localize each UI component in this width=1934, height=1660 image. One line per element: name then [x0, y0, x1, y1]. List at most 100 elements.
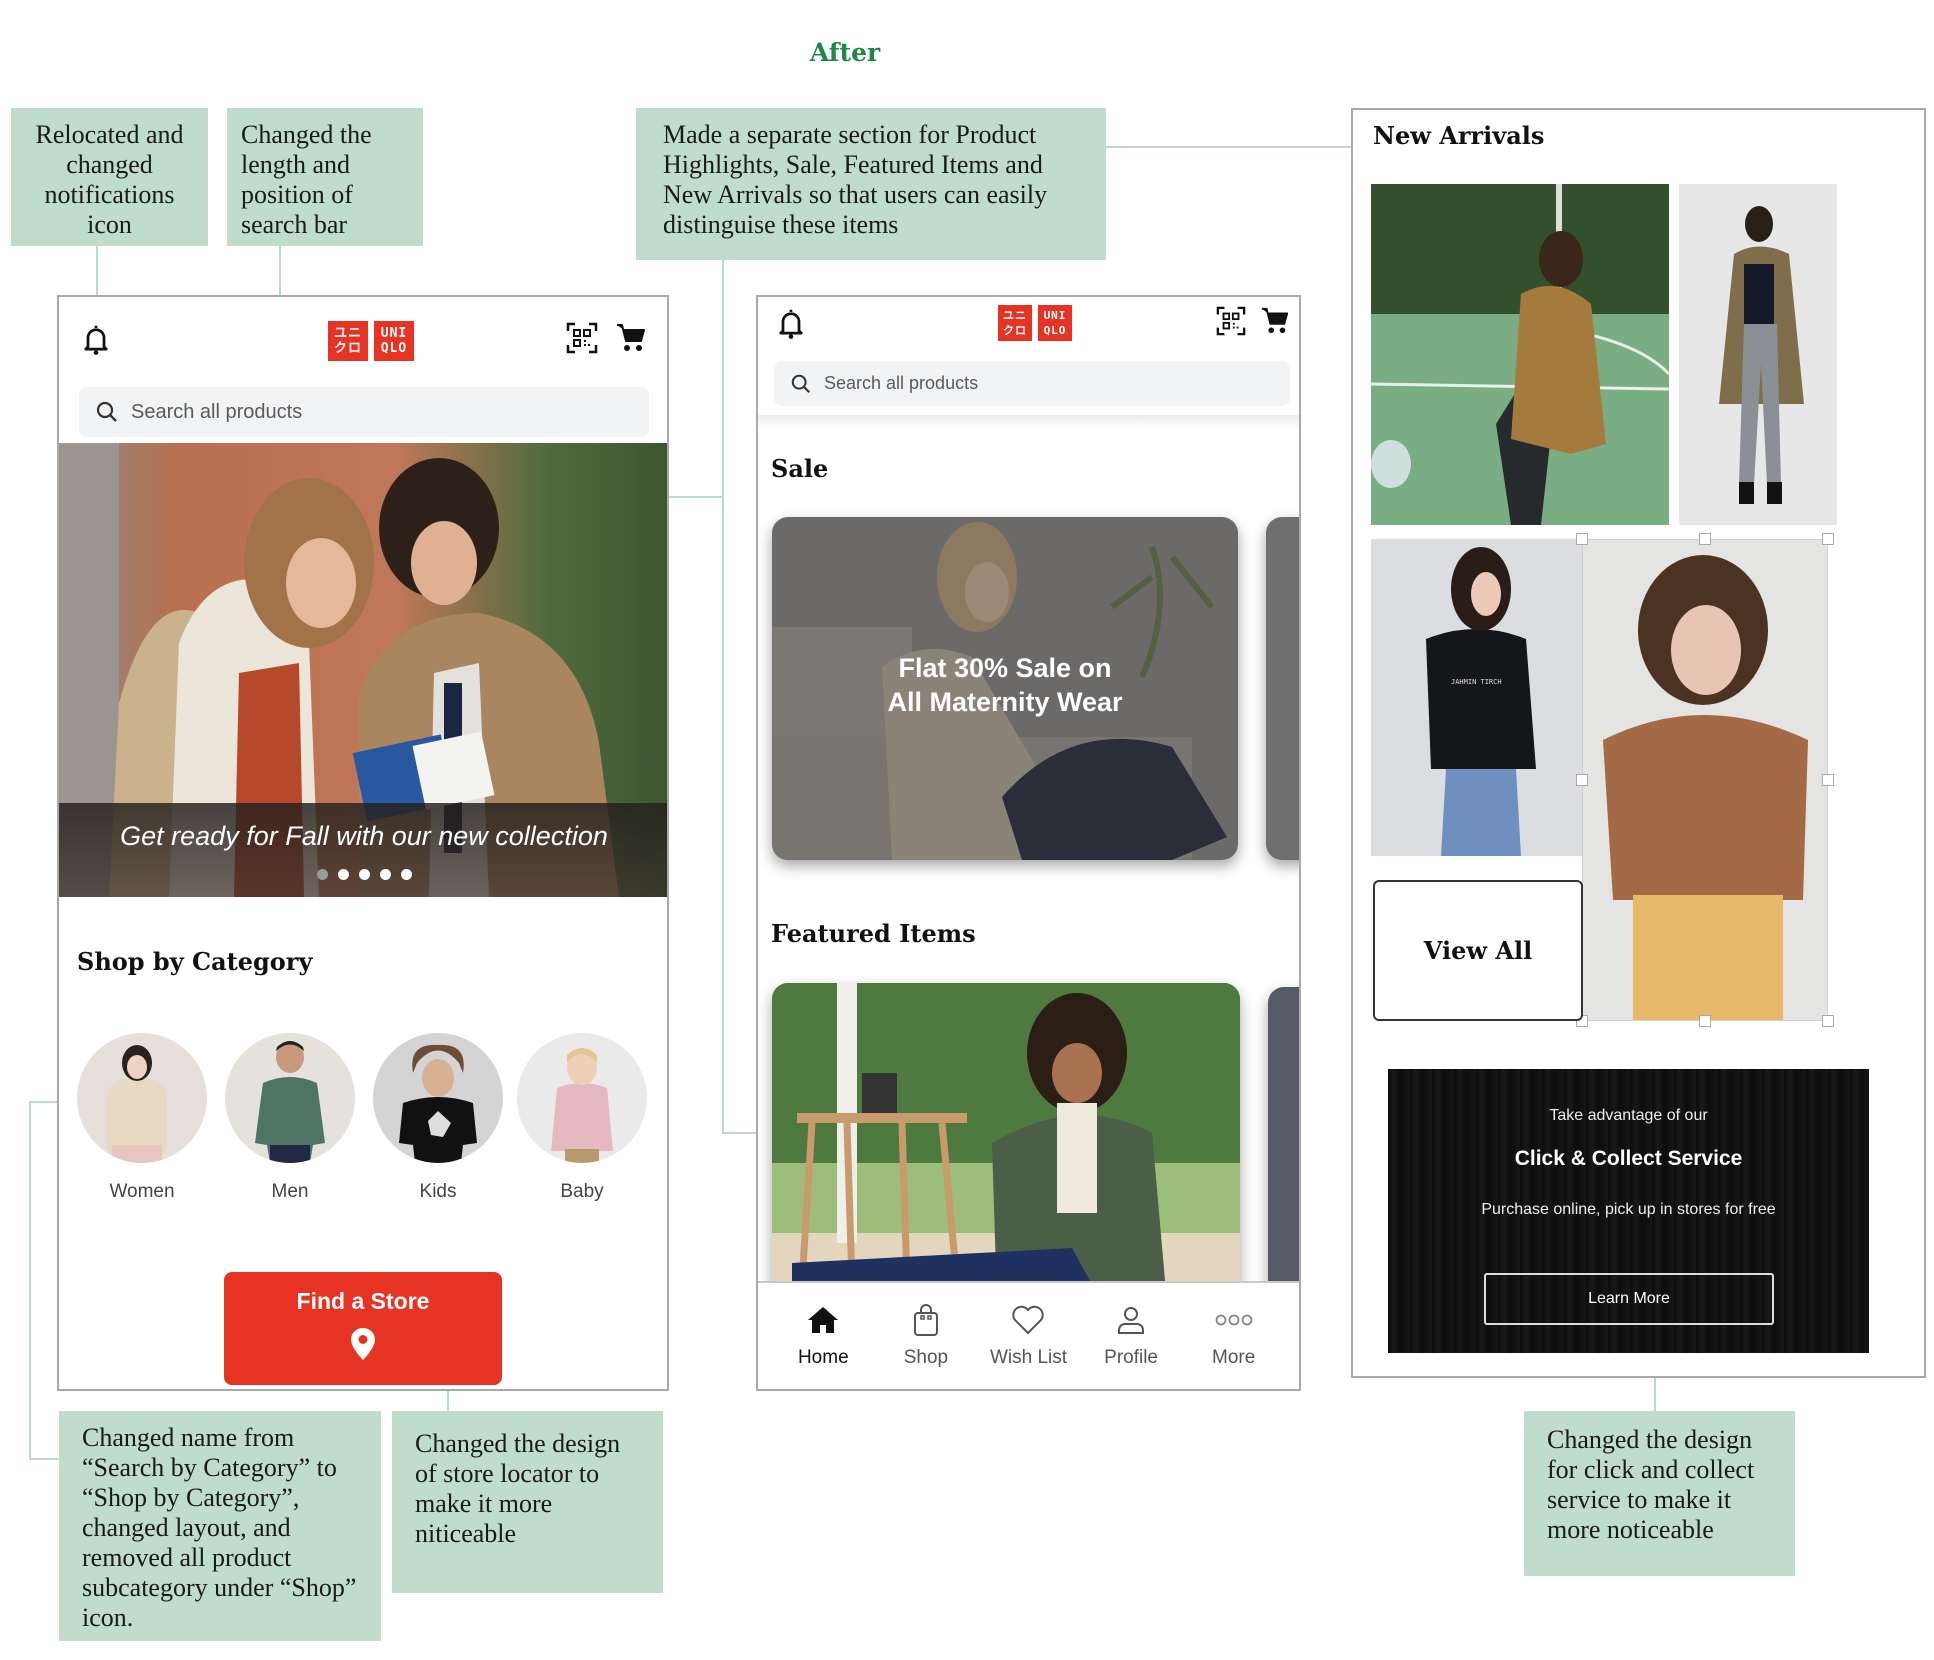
cart-icon[interactable]: [615, 321, 647, 353]
product-image: [1603, 555, 1808, 1020]
carousel-dot[interactable]: [316, 869, 328, 880]
connector-line: [722, 260, 724, 1133]
resize-handle[interactable]: [1699, 1015, 1711, 1027]
click-collect-intro: Take advantage of our: [1549, 1107, 1708, 1124]
map-pin-icon: [351, 1328, 375, 1360]
resize-handle[interactable]: [1822, 1015, 1834, 1027]
resize-handle[interactable]: [1699, 533, 1711, 545]
resize-handle[interactable]: [1576, 533, 1588, 545]
qr-code-icon[interactable]: [1216, 306, 1246, 336]
logo-katakana: ユニ クロ: [998, 305, 1032, 341]
category-image: [517, 1033, 647, 1163]
click-collect-description: Purchase online, pick up in stores for f…: [1481, 1201, 1776, 1218]
hero-banner[interactable]: Get ready for Fall with our new collecti…: [59, 443, 667, 897]
tab-wish-list[interactable]: Wish List: [983, 1283, 1073, 1389]
click-collect-title: Click & Collect Service: [1514, 1147, 1743, 1170]
search-placeholder: Search all products: [824, 373, 979, 393]
category-image: [77, 1033, 207, 1163]
carousel-indicator[interactable]: [59, 869, 667, 880]
category-label: Women: [109, 1181, 175, 1202]
search-placeholder: Search all products: [131, 400, 303, 423]
annotation-category: Changed name from “Search by Category” t…: [59, 1411, 381, 1641]
annotation-click-collect: Changed the design for click and collect…: [1524, 1411, 1795, 1576]
svg-text:JAHMIN TIRCH: JAHMIN TIRCH: [1451, 678, 1502, 686]
annotation-notifications: Relocated and changed notifications icon: [11, 108, 208, 246]
carousel-dot[interactable]: [379, 869, 391, 880]
tab-label: Home: [797, 1347, 849, 1368]
connector-line: [1106, 146, 1364, 148]
logo-katakana: ユニ クロ: [328, 321, 368, 361]
featured-items-heading: Featured Items: [771, 919, 976, 948]
phone-home-screen-1: ユニ クロ UNI QLO Search all products Get re…: [57, 295, 669, 1391]
find-a-store-button[interactable]: Find a Store: [224, 1272, 502, 1385]
cart-icon[interactable]: [1260, 305, 1290, 335]
category-image: [225, 1033, 355, 1163]
search-icon: [96, 401, 117, 422]
annotation-sections: Made a separate section for Product High…: [636, 108, 1106, 260]
resize-handle[interactable]: [1576, 774, 1588, 786]
bottom-tab-bar: Home Shop Wish List Profile More: [758, 1281, 1299, 1389]
uniqlo-logo[interactable]: ユニ クロ UNI QLO: [998, 305, 1072, 341]
category-label: Baby: [560, 1181, 604, 1202]
connector-line: [722, 1132, 758, 1134]
phone-home-screen-2: ユニ クロ UNI QLO Search all products Sale F…: [756, 295, 1301, 1391]
sale-card[interactable]: Flat 30% Sale on All Maternity Wear: [772, 517, 1238, 860]
carousel-dot[interactable]: [400, 869, 412, 880]
sale-heading: Sale: [771, 454, 829, 483]
connector-line: [29, 1458, 59, 1460]
more-dots-icon: [1215, 1314, 1253, 1326]
hero-caption: Get ready for Fall with our new collecti…: [120, 821, 608, 851]
bell-icon[interactable]: [82, 324, 110, 356]
new-arrival-photo-4[interactable]: [1582, 539, 1828, 1021]
new-arrival-photo-1[interactable]: [1371, 184, 1669, 525]
tab-label: More: [1212, 1347, 1256, 1368]
logo-latin: UNI QLO: [374, 321, 414, 361]
product-image: [1719, 206, 1804, 504]
search-input[interactable]: Search all products: [79, 387, 649, 437]
shopping-bag-icon: [913, 1304, 938, 1336]
category-men[interactable]: Men: [225, 1033, 355, 1203]
tab-more[interactable]: More: [1189, 1283, 1279, 1389]
annotation-search-bar: Changed the length and position of searc…: [227, 108, 423, 246]
product-image: JAHMIN TIRCH: [1426, 547, 1536, 856]
resize-handle[interactable]: [1822, 533, 1834, 545]
new-arrivals-heading: New Arrivals: [1373, 121, 1545, 150]
sale-text-line1: Flat 30% Sale on: [898, 653, 1112, 683]
sale-card-next[interactable]: [1266, 517, 1299, 860]
new-arrivals-panel: New Arrivals JAHMIN TIRCH View All Take …: [1351, 108, 1926, 1378]
tab-label: Wish List: [989, 1347, 1068, 1368]
uniqlo-logo[interactable]: ユニ クロ UNI QLO: [328, 321, 414, 361]
category-women[interactable]: Women: [77, 1033, 207, 1203]
category-label: Kids: [419, 1181, 457, 1202]
featured-card-next[interactable]: [1268, 987, 1299, 1303]
featured-card-image: [772, 983, 1240, 1303]
bell-icon[interactable]: [777, 308, 805, 340]
tab-shop[interactable]: Shop: [881, 1283, 971, 1389]
new-arrival-photo-2[interactable]: [1679, 184, 1837, 525]
shop-by-category-heading: Shop by Category: [77, 947, 313, 976]
connector-line: [29, 1101, 31, 1459]
heart-icon: [1012, 1305, 1045, 1335]
page-title: After: [809, 38, 881, 67]
search-icon: [791, 374, 811, 393]
carousel-dot[interactable]: [358, 869, 370, 880]
category-image: [373, 1033, 503, 1163]
tab-label: Profile: [1104, 1347, 1158, 1368]
click-collect-banner: Take advantage of our Click & Collect Se…: [1388, 1069, 1869, 1353]
featured-card[interactable]: [772, 983, 1240, 1303]
search-input[interactable]: Search all products: [774, 361, 1290, 406]
category-baby[interactable]: Baby: [517, 1033, 647, 1203]
user-icon: [1118, 1307, 1145, 1334]
category-kids[interactable]: Kids: [373, 1033, 503, 1203]
resize-handle[interactable]: [1822, 774, 1834, 786]
qr-code-icon[interactable]: [566, 322, 598, 354]
sale-text-line2: All Maternity Wear: [887, 687, 1123, 717]
learn-more-button[interactable]: Learn More: [1484, 1273, 1774, 1325]
view-all-button[interactable]: View All: [1373, 880, 1583, 1021]
home-icon: [808, 1307, 839, 1333]
tab-profile[interactable]: Profile: [1086, 1283, 1176, 1389]
annotation-store-locator: Changed the design of store locator to m…: [392, 1411, 663, 1593]
carousel-dot[interactable]: [337, 869, 349, 880]
new-arrival-photo-3[interactable]: JAHMIN TIRCH: [1371, 539, 1582, 856]
tab-home[interactable]: Home: [778, 1283, 868, 1389]
